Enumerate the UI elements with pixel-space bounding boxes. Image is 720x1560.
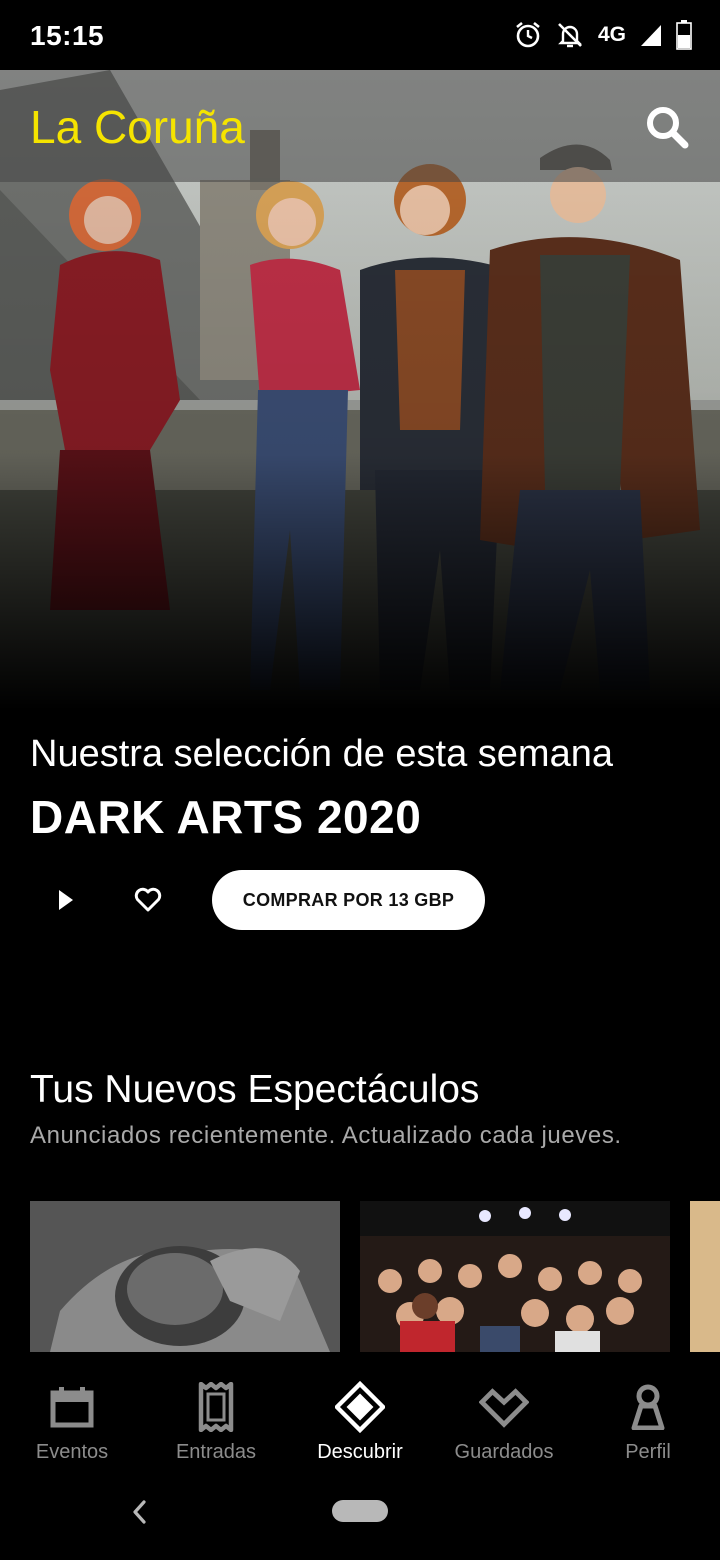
nav-item-eventos[interactable]: Eventos — [0, 1352, 144, 1480]
network-type: 4G — [597, 23, 626, 46]
status-bar: 15:15 4G — [0, 0, 720, 70]
search-icon — [647, 107, 689, 149]
event-card[interactable] — [360, 1201, 670, 1352]
bell-off-icon — [558, 23, 582, 48]
favorite-button[interactable] — [126, 876, 170, 924]
section-subtitle: Anunciados recientemente. Actualizado ca… — [30, 1122, 622, 1149]
alarm-icon — [516, 21, 540, 48]
nav-item-guardados[interactable]: Guardados — [432, 1352, 576, 1480]
event-card[interactable] — [690, 1201, 720, 1352]
nav-label: Entradas — [175, 1441, 257, 1463]
home-pill[interactable] — [332, 1500, 388, 1522]
event-card[interactable] — [30, 1201, 340, 1352]
battery-icon — [676, 20, 692, 50]
city-selector[interactable]: La Coruña — [30, 100, 245, 154]
status-icons: 4G — [514, 18, 692, 52]
signal-icon — [641, 25, 661, 46]
heart-icon — [134, 887, 162, 912]
person-icon — [631, 1384, 665, 1430]
play-icon — [59, 890, 73, 910]
back-icon[interactable] — [128, 1498, 152, 1526]
nav-label: Descubrir — [317, 1441, 403, 1463]
calendar-icon — [50, 1387, 94, 1428]
diamond-icon — [335, 1381, 385, 1433]
app-header: La Coruña — [0, 70, 720, 182]
nav-item-entradas[interactable]: Entradas — [144, 1352, 288, 1480]
ticket-icon — [198, 1382, 234, 1432]
search-button[interactable] — [644, 104, 690, 150]
nav-label: Eventos — [35, 1441, 109, 1463]
featured-event-title[interactable]: DARK ARTS 2020 — [30, 790, 421, 844]
featured-label: Nuestra selección de esta semana — [30, 733, 613, 775]
section-title: Tus Nuevos Espectáculos — [30, 1068, 480, 1111]
bottom-navigation: Eventos Entradas Descubrir Guardados Per… — [0, 1352, 720, 1480]
status-time: 15:15 — [30, 20, 105, 51]
buy-ticket-button[interactable]: COMPRAR POR 13 GBP — [212, 870, 485, 930]
nav-item-perfil[interactable]: Perfil — [576, 1352, 720, 1480]
nav-item-descubrir[interactable]: Descubrir — [288, 1352, 432, 1480]
play-button[interactable] — [44, 876, 88, 924]
nav-label: Guardados — [454, 1441, 554, 1463]
heart-diamond-icon — [479, 1388, 529, 1428]
nav-label: Perfil — [625, 1441, 671, 1463]
